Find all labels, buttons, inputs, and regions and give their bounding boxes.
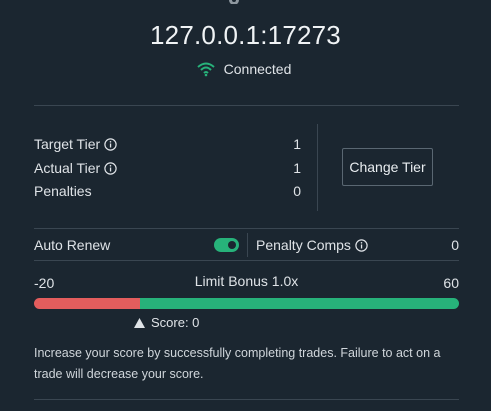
actual-tier-value: 1 xyxy=(293,160,301,176)
actual-tier-row: Actual Tier 1 xyxy=(34,158,301,178)
divider-score xyxy=(34,260,459,261)
tier-divider xyxy=(317,124,318,211)
score-bar xyxy=(34,298,459,309)
gear-icon[interactable] xyxy=(227,0,241,4)
info-icon[interactable] xyxy=(104,137,117,151)
settings-divider xyxy=(247,233,248,257)
divider-top xyxy=(34,105,459,106)
connection-status: Connected xyxy=(0,61,491,77)
node-address: 127.0.0.1:17273 xyxy=(150,20,341,50)
penalty-comps-row: Penalty Comps 0 xyxy=(256,235,459,255)
divider-bottom xyxy=(34,399,459,400)
penalty-comps-value: 0 xyxy=(451,237,459,253)
limit-bonus-label: Limit Bonus 1.0x xyxy=(194,273,299,289)
penalties-label: Penalties xyxy=(34,183,92,199)
wifi-icon xyxy=(196,62,215,77)
info-icon[interactable] xyxy=(355,238,368,252)
score-bar-positive xyxy=(140,298,459,309)
target-tier-row: Target Tier 1 xyxy=(34,134,301,154)
toggle-knob xyxy=(228,241,236,249)
score-bar-negative xyxy=(34,298,141,309)
triangle-up-icon xyxy=(134,317,145,328)
penalty-comps-label: Penalty Comps xyxy=(256,237,351,253)
change-tier-button[interactable]: Change Tier xyxy=(342,148,433,186)
info-icon[interactable] xyxy=(104,161,117,175)
penalties-value: 0 xyxy=(293,183,301,199)
score-marker: Score: 0 xyxy=(134,315,199,330)
penalties-row: Penalties 0 xyxy=(34,181,301,201)
status-text: Connected xyxy=(223,61,292,77)
actual-tier-label: Actual Tier xyxy=(34,160,101,176)
target-tier-value: 1 xyxy=(293,136,301,152)
auto-renew-toggle[interactable] xyxy=(214,238,239,252)
divider-middle xyxy=(34,228,459,229)
auto-renew-row: Auto Renew xyxy=(34,235,239,255)
auto-renew-label: Auto Renew xyxy=(34,237,111,253)
node-status-panel: 127.0.0.1:17273 Connected Target Tier 1 xyxy=(0,0,491,411)
target-tier-label: Target Tier xyxy=(34,136,101,152)
score-label: Score: 0 xyxy=(151,315,200,330)
score-hint: Increase your score by successfully comp… xyxy=(34,346,441,381)
